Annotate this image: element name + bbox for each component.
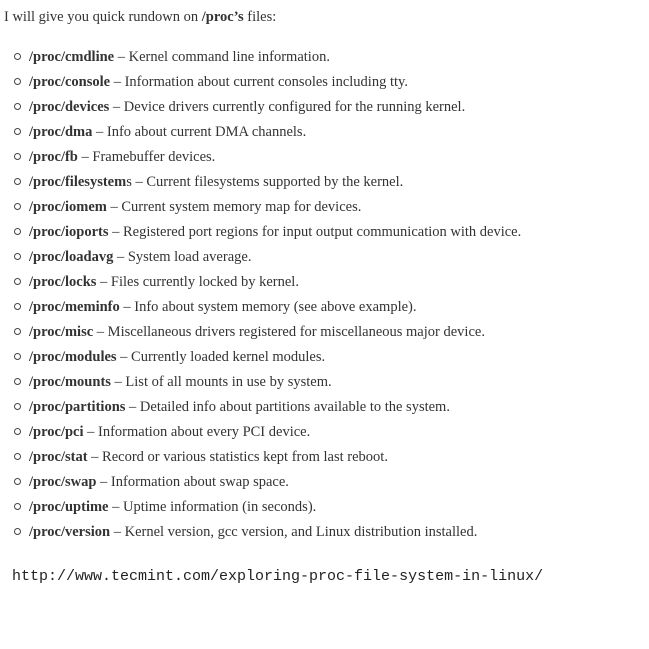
list-item: /proc/stat – Record or various statistic…: [0, 447, 521, 472]
proc-description: – Kernel command line information.: [114, 49, 330, 65]
list-item: /proc/filesystems – Current filesystems …: [0, 172, 521, 197]
list-item: /proc/modules – Currently loaded kernel …: [0, 347, 521, 372]
proc-description: – Current system memory map for devices.: [106, 199, 362, 215]
circle-bullet-icon: [14, 328, 21, 335]
list-item: /proc/misc – Miscellaneous drivers regis…: [0, 322, 521, 347]
proc-description: – Detailed info about partitions availab…: [125, 399, 450, 415]
circle-bullet-icon: [14, 278, 21, 285]
proc-path: /proc/modules: [29, 349, 117, 365]
proc-path: /proc/pci: [29, 424, 84, 440]
proc-description: – Device drivers currently configured fo…: [109, 99, 466, 115]
proc-path: /proc/filesystem: [29, 174, 127, 190]
circle-bullet-icon: [14, 228, 21, 235]
proc-path: /proc/version: [29, 524, 111, 540]
proc-path: /proc/partitions: [29, 399, 126, 415]
proc-description: – Info about system memory (see above ex…: [119, 299, 417, 315]
proc-description: – Registered port regions for input outp…: [108, 224, 522, 240]
circle-bullet-icon: [14, 303, 21, 310]
circle-bullet-icon: [14, 403, 21, 410]
list-item: /proc/version – Kernel version, gcc vers…: [0, 522, 521, 547]
proc-description: – Information about every PCI device.: [83, 424, 311, 440]
circle-bullet-icon: [14, 203, 21, 210]
list-item: /proc/devices – Device drivers currently…: [0, 97, 521, 122]
proc-path: /proc/uptime: [29, 499, 109, 515]
intro-suffix: files:: [243, 9, 277, 25]
proc-description: – Files currently locked by kernel.: [96, 274, 299, 290]
circle-bullet-icon: [14, 528, 21, 535]
list-item: /proc/swap – Information about swap spac…: [0, 472, 521, 497]
circle-bullet-icon: [14, 78, 21, 85]
proc-path: /proc/devices: [29, 99, 110, 115]
proc-description: – Framebuffer devices.: [77, 149, 216, 165]
list-item: /proc/partitions – Detailed info about p…: [0, 397, 521, 422]
proc-description: – Uptime information (in seconds).: [108, 499, 317, 515]
circle-bullet-icon: [14, 128, 21, 135]
proc-description: – Kernel version, gcc version, and Linux…: [110, 524, 478, 540]
list-item: /proc/console – Information about curren…: [0, 72, 521, 97]
circle-bullet-icon: [14, 378, 21, 385]
proc-path: /proc/loadavg: [29, 249, 114, 265]
proc-path: /proc/iomem: [29, 199, 107, 215]
list-item: /proc/pci – Information about every PCI …: [0, 422, 521, 447]
proc-description: – System load average.: [113, 249, 252, 265]
intro-bold-proc: /proc’s: [201, 9, 244, 25]
circle-bullet-icon: [14, 428, 21, 435]
list-item: /proc/cmdline – Kernel command line info…: [0, 47, 521, 72]
list-item: /proc/dma – Info about current DMA chann…: [0, 122, 521, 147]
proc-path: /proc/console: [29, 74, 111, 90]
list-item: /proc/meminfo – Info about system memory…: [0, 297, 521, 322]
list-item: /proc/locks – Files currently locked by …: [0, 272, 521, 297]
list-item: /proc/uptime – Uptime information (in se…: [0, 497, 521, 522]
proc-path: /proc/cmdline: [29, 49, 115, 65]
list-item: /proc/loadavg – System load average.: [0, 247, 521, 272]
list-item: /proc/iomem – Current system memory map …: [0, 197, 521, 222]
intro-prefix: I will give you quick rundown on: [4, 9, 202, 25]
proc-path: /proc/dma: [29, 124, 93, 140]
proc-description: – Current filesystems supported by the k…: [131, 174, 404, 190]
circle-bullet-icon: [14, 253, 21, 260]
source-url: http://www.tecmint.com/exploring-proc-fi…: [12, 568, 544, 585]
circle-bullet-icon: [14, 103, 21, 110]
proc-description: – Information about current consoles inc…: [110, 74, 408, 90]
proc-path: /proc/locks: [29, 274, 97, 290]
proc-path: /proc/misc: [29, 324, 94, 340]
proc-path: /proc/meminfo: [29, 299, 120, 315]
circle-bullet-icon: [14, 453, 21, 460]
proc-path: /proc/swap: [29, 474, 97, 490]
circle-bullet-icon: [14, 353, 21, 360]
proc-description: – List of all mounts in use by system.: [110, 374, 332, 390]
circle-bullet-icon: [14, 53, 21, 60]
proc-path: /proc/mounts: [29, 374, 111, 390]
proc-path: /proc/fb: [29, 149, 78, 165]
proc-path: /proc/stat: [29, 449, 88, 465]
circle-bullet-icon: [14, 478, 21, 485]
proc-path: /proc/ioports: [29, 224, 109, 240]
proc-description: – Record or various statistics kept from…: [87, 449, 388, 465]
intro-paragraph: I will give you quick rundown on /proc’s…: [4, 7, 276, 27]
list-item: /proc/ioports – Registered port regions …: [0, 222, 521, 247]
proc-description: – Info about current DMA channels.: [92, 124, 307, 140]
list-item: /proc/fb – Framebuffer devices.: [0, 147, 521, 172]
circle-bullet-icon: [14, 178, 21, 185]
circle-bullet-icon: [14, 153, 21, 160]
proc-description: – Currently loaded kernel modules.: [116, 349, 326, 365]
proc-description: – Miscellaneous drivers registered for m…: [93, 324, 485, 340]
circle-bullet-icon: [14, 503, 21, 510]
proc-description: – Information about swap space.: [96, 474, 289, 490]
proc-files-list: /proc/cmdline – Kernel command line info…: [0, 47, 521, 547]
list-item: /proc/mounts – List of all mounts in use…: [0, 372, 521, 397]
